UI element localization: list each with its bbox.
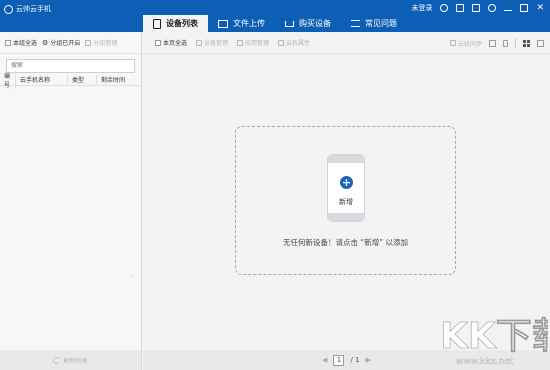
folder-icon bbox=[218, 19, 228, 28]
checkbox-icon[interactable] bbox=[5, 39, 11, 46]
main-toolbar-right: 云机同步 bbox=[449, 32, 544, 54]
search-field[interactable] bbox=[6, 59, 135, 73]
manage-icon bbox=[85, 39, 92, 46]
device-manage-icon bbox=[196, 39, 203, 46]
plus-icon: + bbox=[340, 176, 353, 189]
tab-faq[interactable]: 常见问题 bbox=[341, 15, 407, 32]
settings-icon: ⚙ bbox=[42, 38, 49, 47]
refresh-list-button[interactable]: 刷新列表 bbox=[0, 350, 141, 370]
prev-page-icon[interactable]: ◀ bbox=[322, 356, 327, 364]
toolbar-divider bbox=[515, 38, 516, 48]
sync-icon bbox=[449, 40, 456, 46]
app-logo-icon bbox=[4, 4, 13, 14]
add-device-button[interactable]: + 新增 bbox=[327, 154, 365, 222]
main-panel: 本页全选 设备管理 应用管理 云机属性 云机同步 + 新增 无任何新设备！请点击… bbox=[143, 32, 550, 370]
app-title: 云帅云手机 bbox=[16, 5, 51, 13]
mail-icon[interactable] bbox=[472, 4, 481, 12]
phone-view-icon[interactable] bbox=[503, 39, 508, 47]
group-opened-button[interactable]: ⚙ 分组已开启 bbox=[42, 38, 80, 48]
device-manage-button[interactable]: 设备管理 bbox=[196, 38, 228, 47]
phone-top-bar bbox=[328, 155, 364, 163]
minimize-icon[interactable] bbox=[504, 6, 513, 11]
select-group-checkbox[interactable]: 本组全选 bbox=[5, 38, 37, 47]
cart-icon bbox=[285, 20, 294, 27]
screenshot-icon[interactable] bbox=[456, 4, 465, 12]
col-remaining[interactable]: 剩余时间 bbox=[97, 75, 141, 84]
empty-device-area: + 新增 无任何新设备！请点击 “新增” 以添加 bbox=[235, 126, 456, 275]
refresh-icon bbox=[53, 356, 61, 364]
collapse-arrow-icon[interactable]: › bbox=[131, 272, 134, 280]
list-icon bbox=[351, 20, 360, 27]
next-page-icon[interactable]: ▶ bbox=[366, 356, 371, 364]
empty-message: 无任何新设备！请点击 “新增” 以添加 bbox=[282, 238, 409, 247]
group-manage-button[interactable]: 分组管理 bbox=[85, 38, 117, 47]
maximize-icon[interactable] bbox=[520, 4, 529, 12]
user-icon[interactable] bbox=[440, 4, 449, 12]
grid-view-icon[interactable] bbox=[523, 39, 530, 47]
app-manage-icon bbox=[237, 39, 244, 46]
col-type[interactable]: 类型 bbox=[68, 75, 97, 84]
device-table-header: 编号 云手机名称 类型 剩余时间 bbox=[0, 70, 141, 89]
login-status[interactable]: 未登录 bbox=[411, 3, 432, 13]
app-brand: 云帅云手机 bbox=[4, 4, 51, 14]
tab-device-list[interactable]: 设备列表 bbox=[143, 15, 208, 32]
details-view-icon[interactable] bbox=[537, 39, 544, 47]
list-view-icon[interactable] bbox=[489, 39, 496, 47]
pagination: ◀ 1 / 1 ▶ bbox=[143, 350, 550, 370]
tab-buy-device[interactable]: 购买设备 bbox=[275, 15, 341, 32]
col-id[interactable]: 编号 bbox=[0, 70, 16, 89]
phone-bottom-bar bbox=[328, 213, 364, 221]
settings-icon[interactable] bbox=[488, 4, 497, 12]
cloud-attributes-button[interactable]: 云机属性 bbox=[278, 38, 310, 47]
page-total: / 1 bbox=[350, 356, 360, 364]
page-input[interactable]: 1 bbox=[333, 354, 345, 366]
col-name[interactable]: 云手机名称 bbox=[16, 75, 68, 84]
search-input[interactable] bbox=[11, 62, 134, 69]
add-device-label: 新增 bbox=[339, 198, 353, 206]
app-manage-button[interactable]: 应用管理 bbox=[237, 38, 269, 47]
left-panel: 本组全选 ⚙ 分组已开启 分组管理 编号 云手机名称 类型 剩余时间 刷新列表 bbox=[0, 32, 142, 370]
checkbox-icon[interactable] bbox=[155, 39, 161, 46]
phone-icon bbox=[153, 18, 161, 29]
window-controls: 未登录 ✕ bbox=[411, 3, 544, 13]
select-page-checkbox[interactable]: 本页全选 bbox=[155, 38, 187, 47]
title-bar: 云帅云手机 未登录 ✕ 设备列表 文件上传 购买设备 常见问题 bbox=[0, 0, 550, 32]
tab-file-upload[interactable]: 文件上传 bbox=[208, 15, 275, 32]
left-toolbar: 本组全选 ⚙ 分组已开启 分组管理 bbox=[0, 32, 141, 54]
attributes-icon bbox=[278, 39, 285, 46]
close-icon[interactable]: ✕ bbox=[536, 4, 544, 13]
cloud-sync-button[interactable]: 云机同步 bbox=[449, 39, 482, 48]
main-tabs: 设备列表 文件上传 购买设备 常见问题 bbox=[143, 15, 407, 32]
